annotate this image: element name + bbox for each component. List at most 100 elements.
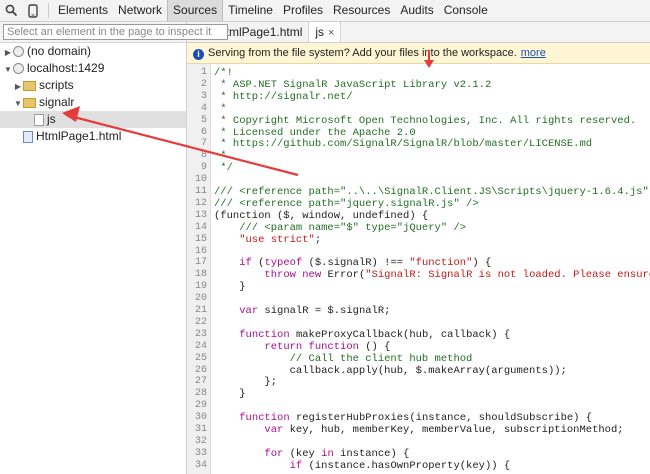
line-number[interactable]: 11 — [187, 186, 207, 198]
editor-tab-js[interactable]: js × — [309, 22, 342, 42]
devtools-toolbar: Elements Network Sources Timeline Profil… — [0, 0, 650, 22]
line-number[interactable]: 28 — [187, 388, 207, 400]
html-file-icon — [23, 130, 33, 143]
inspect-search-input[interactable]: Select an element in the page to inspect… — [3, 24, 228, 40]
code-token: callback.apply(hub, $.makeArray(argument… — [214, 364, 567, 377]
line-text: * Copyright Microsoft Open Technologies,… — [214, 115, 636, 127]
code-token: /// <param name="$" type="jQuery" /> — [214, 221, 467, 234]
line-text: /// <param name="$" type="jQuery" /> — [214, 222, 466, 234]
code-editor[interactable]: 1 /*! 2 * ASP.NET SignalR JavaScript Libra… — [187, 64, 650, 474]
device-icon[interactable] — [22, 0, 44, 21]
line-number[interactable]: 21 — [187, 305, 207, 317]
code-token: * — [214, 102, 227, 115]
globe-icon — [13, 63, 24, 75]
line-number[interactable]: 26 — [187, 365, 207, 377]
line-number[interactable]: 10 — [187, 174, 207, 186]
tree-item-no-domain[interactable]: ▶ (no domain) — [0, 43, 186, 60]
search-icon[interactable] — [0, 0, 22, 21]
tree-item-scripts[interactable]: ▶ scripts — [0, 77, 186, 94]
code-token: function — [239, 328, 290, 341]
code-token: "use strict" — [214, 233, 315, 246]
collapse-arrow-icon[interactable]: ▼ — [13, 95, 23, 112]
line-number[interactable]: 20 — [187, 293, 207, 305]
line-number[interactable]: 4 — [187, 103, 207, 115]
tree-item-signalr[interactable]: ▼ signalr — [0, 94, 186, 111]
expand-arrow-icon[interactable]: ▶ — [13, 78, 23, 95]
line-number[interactable]: 13 — [187, 210, 207, 222]
line-number[interactable]: 32 — [187, 436, 207, 448]
line-number[interactable]: 22 — [187, 317, 207, 329]
code-token: ( — [251, 257, 265, 270]
line-number[interactable]: 27 — [187, 376, 207, 388]
tab-network[interactable]: Network — [113, 0, 167, 21]
line-number[interactable]: 8 — [187, 150, 207, 162]
more-link[interactable]: more — [521, 47, 546, 59]
line-number[interactable]: 12 — [187, 198, 207, 210]
line-text: } — [214, 388, 245, 400]
line-number[interactable]: 7 — [187, 138, 207, 150]
line-text: function makeProxyCallback(hub, callback… — [214, 329, 510, 341]
line-number[interactable]: 23 — [187, 329, 207, 341]
line-number[interactable]: 34 — [187, 460, 207, 472]
code-token: ; — [314, 233, 322, 246]
tree-item-js[interactable]: js — [0, 111, 186, 128]
line-text: * — [214, 150, 227, 163]
code-token: function — [239, 412, 290, 425]
line-number[interactable]: 14 — [187, 222, 207, 234]
code-token: ($.signalR) !== — [302, 257, 410, 270]
code-token: * — [214, 150, 227, 163]
line-text: var signalR = $.signalR; — [214, 305, 390, 317]
line-number[interactable]: 25 — [187, 353, 207, 365]
tab-console[interactable]: Console — [439, 0, 493, 21]
code-token: if — [239, 257, 252, 270]
code-token: ) { — [472, 257, 492, 270]
code-token: typeof — [264, 257, 303, 270]
line-number[interactable]: 15 — [187, 234, 207, 246]
code-token: (instance.hasOwnProperty(key)) { — [302, 459, 511, 472]
tab-timeline[interactable]: Timeline — [223, 0, 278, 21]
tree-item-htmlpage1[interactable]: HtmlPage1.html — [0, 128, 186, 145]
toolbar-divider — [48, 3, 49, 18]
line-number[interactable]: 18 — [187, 269, 207, 281]
line-number[interactable]: 24 — [187, 341, 207, 353]
line-number[interactable]: 5 — [187, 115, 207, 127]
tree-item-label: scripts — [39, 78, 74, 92]
line-number[interactable]: 31 — [187, 424, 207, 436]
collapse-arrow-icon[interactable]: ▼ — [3, 61, 13, 78]
line-text: * https://github.com/SignalR/SignalR/blo… — [214, 138, 592, 150]
tree-item-localhost[interactable]: ▼ localhost:1429 — [0, 60, 186, 77]
line-number[interactable]: 29 — [187, 400, 207, 412]
tab-elements[interactable]: Elements — [53, 0, 113, 21]
line-number[interactable]: 6 — [187, 127, 207, 139]
navigator-header: Select an element in the page to inspect… — [0, 22, 228, 43]
line-number[interactable]: 17 — [187, 257, 207, 269]
editor-tabs: HtmlPage1.html js × — [187, 22, 650, 43]
line-number[interactable]: 9 — [187, 162, 207, 174]
line-number[interactable]: 2 — [187, 79, 207, 91]
code-token: (function ($, window, undefined) { — [214, 209, 429, 222]
expand-arrow-icon[interactable]: ▶ — [3, 44, 13, 61]
tab-audits[interactable]: Audits — [395, 0, 438, 21]
line-number[interactable]: 16 — [187, 246, 207, 258]
file-icon — [34, 113, 44, 126]
line-number[interactable]: 33 — [187, 448, 207, 460]
line-number[interactable]: 19 — [187, 281, 207, 293]
tab-resources[interactable]: Resources — [328, 0, 395, 21]
tree-item-label: HtmlPage1.html — [36, 129, 122, 143]
tree-item-label: localhost:1429 — [27, 61, 105, 75]
tab-profiles[interactable]: Profiles — [278, 0, 328, 21]
globe-icon — [13, 46, 24, 58]
close-icon[interactable]: × — [328, 27, 334, 39]
line-text: throw new Error("SignalR: SignalR is not… — [214, 269, 650, 281]
line-number[interactable]: 3 — [187, 91, 207, 103]
code-token: registerHubProxies(instance, shouldSubsc… — [289, 412, 593, 425]
line-number[interactable]: 1 — [187, 67, 207, 79]
tab-sources[interactable]: Sources — [167, 0, 224, 21]
line-number[interactable]: 30 — [187, 412, 207, 424]
code-token: instance) { — [333, 447, 410, 460]
infobar-message: Serving from the file system? Add your f… — [208, 47, 517, 59]
